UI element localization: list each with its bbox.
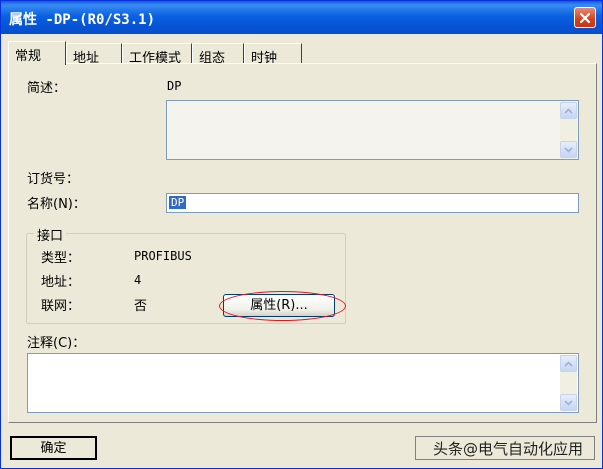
- properties-dialog: 属性 -DP-(R0/S3.1) 常规 地址 工作模式 组态 时钟 简述： DP: [0, 0, 603, 469]
- comment-scroll-down-button[interactable]: [560, 394, 577, 411]
- name-input[interactable]: DP: [166, 193, 579, 213]
- chevron-up-icon: [564, 360, 573, 367]
- comment-scrollbar[interactable]: [560, 355, 577, 411]
- chevron-up-icon: [564, 107, 573, 114]
- description-scrollbar[interactable]: [560, 102, 577, 158]
- watermark-text: 头条@电气自动化应用: [433, 440, 584, 458]
- name-label: 名称(N)：: [27, 197, 86, 212]
- ok-button-label: 确定: [40, 441, 67, 456]
- tab-address[interactable]: 地址: [66, 43, 122, 66]
- description-textarea[interactable]: [166, 100, 579, 160]
- tab-configuration[interactable]: 组态: [192, 43, 244, 66]
- address-label: 地址：: [41, 275, 81, 290]
- tab-general-label: 常规: [15, 49, 42, 64]
- close-icon: [579, 12, 591, 23]
- close-button[interactable]: [574, 7, 596, 28]
- annotation-oval: [219, 291, 346, 321]
- comment-textarea[interactable]: [27, 353, 579, 413]
- network-value: 否: [134, 299, 148, 314]
- scroll-down-button[interactable]: [560, 141, 577, 158]
- comment-scroll-up-button[interactable]: [560, 355, 577, 372]
- tab-operating-mode[interactable]: 工作模式: [122, 43, 192, 66]
- window-title: 属性 -DP-(R0/S3.1): [9, 12, 156, 28]
- description-label: 简述：: [27, 81, 67, 96]
- network-label: 联网：: [41, 299, 81, 314]
- type-value: PROFIBUS: [134, 249, 192, 263]
- type-label: 类型：: [41, 251, 81, 266]
- address-value: 4: [134, 273, 142, 287]
- scroll-up-button[interactable]: [560, 102, 577, 119]
- tab-clock[interactable]: 时钟: [244, 43, 302, 66]
- comment-label: 注释(C)：: [27, 336, 86, 351]
- name-input-value: DP: [169, 196, 187, 209]
- chevron-down-icon: [564, 399, 573, 406]
- order-number-label: 订货号：: [27, 172, 80, 187]
- title-bar[interactable]: 属性 -DP-(R0/S3.1): [1, 1, 602, 34]
- tab-general[interactable]: 常规: [8, 41, 66, 65]
- description-value: DP: [167, 79, 182, 93]
- interface-group-title: 接口: [34, 225, 67, 244]
- chevron-down-icon: [564, 146, 573, 153]
- ok-button[interactable]: 确定: [10, 436, 97, 460]
